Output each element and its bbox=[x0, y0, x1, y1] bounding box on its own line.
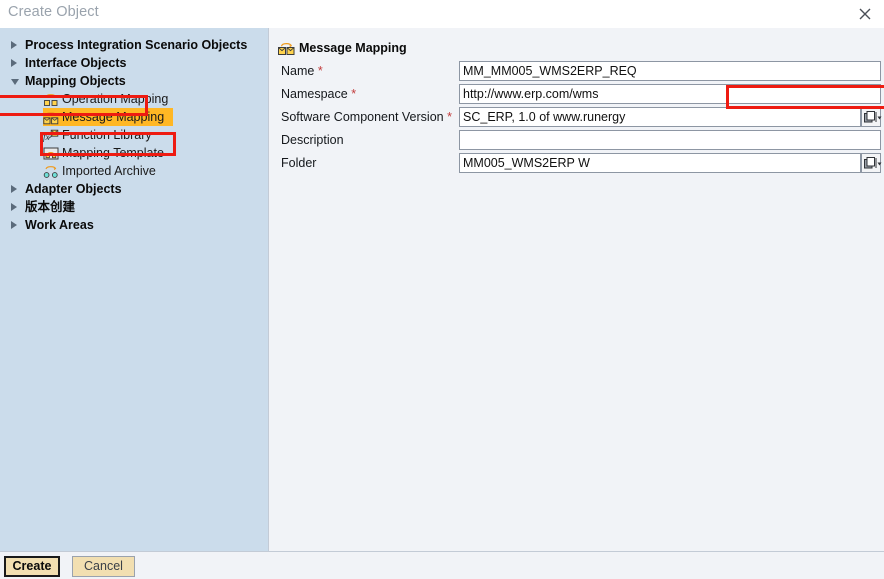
field-row-name: Name * MM_MM005_WMS2ERP_REQ bbox=[269, 61, 884, 84]
tree-item-label: Function Library bbox=[62, 128, 152, 142]
tree-item-[interactable]: 版本创建 bbox=[0, 198, 268, 216]
tree-item-label: 版本创建 bbox=[25, 200, 76, 214]
field-label-text: Name bbox=[281, 64, 315, 78]
dialog-footer: Create Cancel bbox=[0, 551, 884, 579]
field-input-namespace[interactable]: http://www.erp.com/wms bbox=[459, 84, 881, 104]
field-row-namespace: Namespace * http://www.erp.com/wms bbox=[269, 84, 884, 107]
mapping-template-icon bbox=[43, 146, 59, 161]
object-details-panel: Message Mapping Name * MM_MM005_WMS2ERP_R… bbox=[268, 28, 884, 551]
form-header-label: Message Mapping bbox=[299, 41, 407, 55]
field-input-software-component-version[interactable]: SC_ERP, 1.0 of www.runergy bbox=[459, 107, 861, 127]
tree-item-mapping-objects[interactable]: Mapping Objects bbox=[0, 72, 268, 90]
create-button[interactable]: Create bbox=[4, 556, 60, 577]
operation-mapping-icon bbox=[43, 92, 59, 107]
chevron-right-icon[interactable] bbox=[11, 41, 17, 49]
tree-item-operation-mapping[interactable]: Operation Mapping bbox=[0, 90, 268, 108]
dialog-titlebar: Create Object bbox=[0, 0, 884, 28]
value-help-button-folder[interactable] bbox=[861, 153, 882, 173]
chevron-right-icon[interactable] bbox=[11, 221, 17, 229]
tree-item-process-integration-scenario-objects[interactable]: Process Integration Scenario Objects bbox=[0, 36, 268, 54]
dialog-title: Create Object bbox=[8, 4, 99, 20]
tree-item-label: Work Areas bbox=[25, 218, 94, 232]
tree-item-label: Mapping Template bbox=[62, 146, 164, 160]
tree-item-imported-archive[interactable]: Imported Archive bbox=[0, 162, 268, 180]
tree-item-work-areas[interactable]: Work Areas bbox=[0, 216, 268, 234]
chevron-right-icon[interactable] bbox=[11, 185, 17, 193]
cancel-button[interactable]: Cancel bbox=[72, 556, 135, 577]
tree-item-adapter-objects[interactable]: Adapter Objects bbox=[0, 180, 268, 198]
tree-item-message-mapping[interactable]: Message Mapping bbox=[0, 108, 268, 126]
close-icon[interactable] bbox=[852, 2, 878, 26]
field-label-text: Software Component Version bbox=[281, 110, 444, 124]
required-marker: * bbox=[317, 64, 323, 78]
required-marker: * bbox=[351, 87, 357, 101]
tree-item-mapping-template[interactable]: Mapping Template bbox=[0, 144, 268, 162]
tree-item-label: Operation Mapping bbox=[62, 92, 169, 106]
svg-text:fx: fx bbox=[43, 132, 50, 142]
message-mapping-icon bbox=[43, 110, 59, 125]
tree-item-label: Imported Archive bbox=[62, 164, 156, 178]
field-label-text: Namespace bbox=[281, 87, 348, 101]
tree-item-label: Mapping Objects bbox=[25, 74, 126, 88]
chevron-down-icon[interactable] bbox=[11, 79, 19, 85]
field-row-folder: Folder MM005_WMS2ERP W bbox=[269, 153, 884, 176]
object-type-sidebar: Process Integration Scenario Objects Inte… bbox=[0, 28, 268, 551]
value-help-button-software-component-version[interactable] bbox=[861, 107, 882, 127]
field-input-name[interactable]: MM_MM005_WMS2ERP_REQ bbox=[459, 61, 881, 81]
field-row-software-component-version: Software Component Version * SC_ERP, 1.0 … bbox=[269, 107, 884, 130]
required-marker: * bbox=[447, 110, 452, 124]
imported-archive-icon bbox=[43, 164, 59, 179]
field-input-description[interactable] bbox=[459, 130, 881, 150]
tree-item-function-library[interactable]: fx Function Library bbox=[0, 126, 268, 144]
field-label-software-component-version: Software Component Version * bbox=[281, 110, 452, 124]
create-object-dialog: Create Object Process Integration Scenar… bbox=[0, 0, 884, 579]
tree-item-interface-objects[interactable]: Interface Objects bbox=[0, 54, 268, 72]
field-label-namespace: Namespace * bbox=[281, 87, 356, 101]
field-label-description: Description bbox=[281, 133, 344, 147]
chevron-right-icon[interactable] bbox=[11, 203, 17, 211]
field-input-folder[interactable]: MM005_WMS2ERP W bbox=[459, 153, 861, 173]
field-label-text: Description bbox=[281, 133, 344, 147]
field-row-description: Description bbox=[269, 130, 884, 153]
tree-item-label: Message Mapping bbox=[62, 110, 165, 124]
field-label-text: Folder bbox=[281, 156, 317, 170]
function-library-icon: fx bbox=[43, 128, 59, 143]
chevron-right-icon[interactable] bbox=[11, 59, 17, 67]
field-label-folder: Folder bbox=[281, 156, 316, 170]
tree-item-label: Interface Objects bbox=[25, 56, 127, 70]
tree-item-label: Adapter Objects bbox=[25, 182, 122, 196]
message-mapping-icon bbox=[278, 41, 295, 56]
tree-item-label: Process Integration Scenario Objects bbox=[25, 38, 248, 52]
field-label-name: Name * bbox=[281, 64, 323, 78]
